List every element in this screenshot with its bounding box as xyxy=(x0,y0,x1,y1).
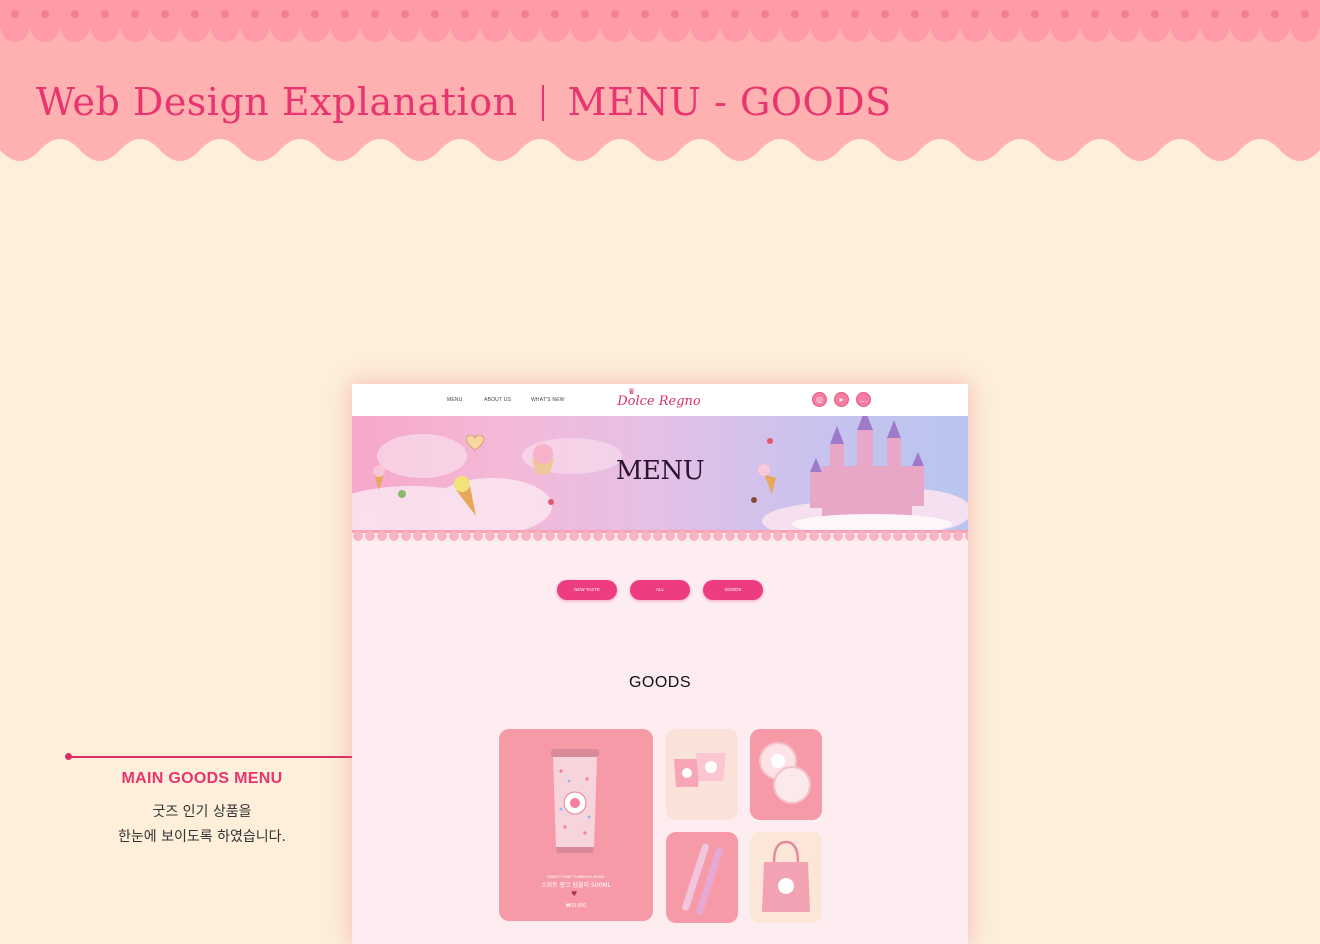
product-card-mugs[interactable] xyxy=(666,729,738,820)
annotation-title: MAIN GOODS MENU xyxy=(121,770,283,787)
category-new-taste-button[interactable]: NEW TASTE xyxy=(557,580,617,600)
tote-bag-image xyxy=(762,840,810,912)
product-subtitle: SWEET PINK TUMBLER 500ML xyxy=(546,874,606,879)
category-all-button[interactable]: ALL xyxy=(630,580,690,600)
hero-title: MENU xyxy=(615,456,705,486)
mugs-image xyxy=(674,753,726,787)
nav-about-link[interactable]: ABOUT US xyxy=(484,397,511,403)
title-divider xyxy=(541,85,544,121)
website-mockup: MENU ABOUT US WHAT'S NEW ♛ Dolce Regno ◎… xyxy=(352,384,968,944)
heart-icon[interactable]: ♥ xyxy=(571,890,577,898)
header-banner: Web Design Explanation MENU - GOODS xyxy=(0,0,1320,175)
product-name: 스위트 핑크 텀블러 500ML xyxy=(541,882,611,889)
page-title: Web Design Explanation MENU - GOODS xyxy=(36,80,892,124)
pens-image xyxy=(682,843,723,915)
product-card-mirror[interactable] xyxy=(750,729,822,820)
mirror-image xyxy=(759,742,811,804)
product-card-tote-bag[interactable] xyxy=(750,832,822,923)
hero-banner: MENU xyxy=(352,416,968,530)
instagram-icon[interactable]: ◎ xyxy=(812,392,827,407)
product-card-pens[interactable] xyxy=(666,832,738,923)
lace-divider xyxy=(352,530,968,541)
annotation-description: 굿즈 인기 상품을 한눈에 보이도록 하였습니다. xyxy=(70,800,334,850)
youtube-icon[interactable]: ▸ xyxy=(834,392,849,407)
main-product-card[interactable]: SWEET PINK TUMBLER 500ML 스위트 핑크 텀블러 500M… xyxy=(499,729,653,921)
nav-whats-new-link[interactable]: WHAT'S NEW xyxy=(531,397,565,403)
mockup-navbar: MENU ABOUT US WHAT'S NEW ♛ Dolce Regno ◎… xyxy=(352,384,968,416)
product-price: ₩15,000 xyxy=(565,903,586,909)
section-title: GOODS xyxy=(628,674,692,691)
nav-menu-link[interactable]: MENU xyxy=(447,397,463,403)
annotation-line-1: 굿즈 인기 상품을 xyxy=(152,804,252,820)
chat-icon[interactable]: … xyxy=(856,392,871,407)
page-title-main: Web Design Explanation xyxy=(36,80,518,124)
site-logo[interactable]: Dolce Regno xyxy=(604,394,714,409)
category-goods-button[interactable]: GOODS xyxy=(703,580,763,600)
page-title-section: MENU - GOODS xyxy=(567,80,892,124)
annotation-line-2: 한눈에 보이도록 하였습니다. xyxy=(118,829,286,845)
